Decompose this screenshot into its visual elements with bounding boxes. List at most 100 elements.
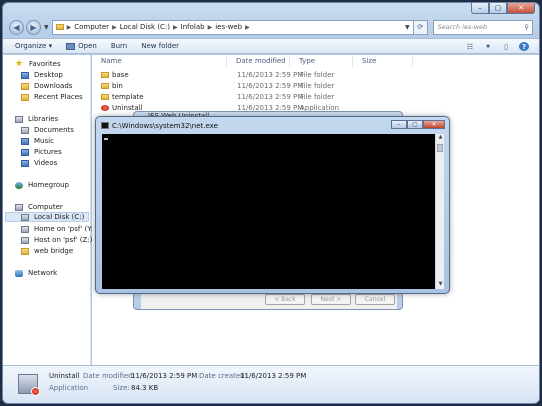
file-date: 11/6/2013 2:59 PM	[237, 82, 304, 90]
recent-places-icon	[21, 93, 29, 101]
nav-libraries[interactable]: Libraries	[15, 114, 58, 124]
console-output[interactable]	[102, 134, 435, 289]
libraries-icon	[15, 115, 23, 123]
nav-label: Recent Places	[34, 93, 83, 101]
nav-local-disk[interactable]: Local Disk (C:)	[5, 212, 89, 222]
view-controls: ☷ ▼ ▯ ?	[465, 42, 529, 51]
file-date: 11/6/2013 2:59 PM	[237, 93, 304, 101]
next-button[interactable]: Next >	[311, 294, 351, 305]
search-icon: ⚲	[524, 23, 529, 31]
details-created-value: 11/6/2013 2:59 PM	[240, 372, 307, 380]
nav-label: Home on 'psf' (Y:)	[34, 225, 96, 233]
open-label: Open	[78, 42, 97, 50]
downloads-icon	[21, 82, 29, 90]
details-file-kind: Application	[49, 384, 89, 392]
breadcrumb-separator-icon[interactable]: ▶	[67, 24, 72, 31]
network-drive-icon	[21, 236, 29, 244]
nav-label: Host on 'psf' (Z:)	[34, 236, 93, 244]
console-icon	[101, 122, 109, 129]
caption-buttons: – ▢ ✕	[471, 3, 535, 14]
command-bar: Organize ▾ Open Burn New folder ☷ ▼ ▯ ?	[3, 38, 539, 54]
nav-web-bridge[interactable]: web bridge	[21, 246, 73, 256]
nav-label: Videos	[34, 159, 58, 167]
address-dropdown-icon[interactable]: ▼	[405, 24, 410, 31]
nav-desktop[interactable]: Desktop	[21, 70, 63, 80]
refresh-button[interactable]: ⟳	[413, 19, 428, 35]
breadcrumb-separator-icon[interactable]: ▶	[245, 24, 250, 31]
videos-icon	[21, 159, 29, 167]
scroll-thumb[interactable]	[437, 144, 443, 152]
nav-homegroup[interactable]: Homegroup	[15, 180, 69, 190]
console-minimize-button[interactable]: –	[391, 120, 407, 129]
details-size-label: Size:	[113, 384, 130, 392]
breadcrumb-separator-icon[interactable]: ▶	[208, 24, 213, 31]
folder-icon	[101, 94, 109, 100]
nav-label: Desktop	[34, 71, 63, 79]
console-window[interactable]: C:\Windows\system32\net.exe – ▢ ✕ ▲ ▼	[95, 116, 450, 294]
nav-label: Libraries	[28, 115, 59, 123]
file-row-template[interactable]: template 11/6/2013 2:59 PM File folder	[92, 92, 532, 102]
breadcrumb-local-disk[interactable]: Local Disk (C:)	[120, 23, 170, 31]
file-row-bin[interactable]: bin 11/6/2013 2:59 PM File folder	[92, 81, 532, 91]
nav-downloads[interactable]: Downloads	[21, 81, 72, 91]
nav-music[interactable]: Music	[21, 136, 54, 146]
details-modified-value: 11/6/2013 2:59 PM	[131, 372, 198, 380]
breadcrumb-ies-web[interactable]: ies-web	[215, 23, 242, 31]
address-bar[interactable]: ▶ Computer ▶ Local Disk (C:) ▶ Infolab ▶…	[51, 19, 414, 35]
console-scrollbar[interactable]: ▲ ▼	[435, 134, 444, 289]
file-row-base[interactable]: base 11/6/2013 2:59 PM File folder	[92, 70, 532, 80]
console-close-button[interactable]: ✕	[423, 120, 445, 129]
column-header-type[interactable]: Type	[290, 55, 353, 67]
nav-label: Homegroup	[28, 181, 70, 189]
scroll-up-icon[interactable]: ▲	[436, 134, 445, 142]
nav-network[interactable]: Network	[15, 268, 57, 278]
nav-pictures[interactable]: Pictures	[21, 147, 62, 157]
back-button[interactable]: ◀	[9, 19, 24, 35]
drive-icon	[21, 213, 29, 221]
console-maximize-button[interactable]: ▢	[407, 120, 423, 129]
network-icon	[15, 269, 23, 277]
forward-button[interactable]: ▶	[26, 19, 41, 35]
nav-label: Downloads	[34, 82, 73, 90]
file-type: File folder	[300, 82, 335, 90]
scroll-down-icon[interactable]: ▼	[436, 281, 445, 289]
breadcrumb-infolab[interactable]: Infolab	[181, 23, 205, 31]
nav-computer[interactable]: Computer	[15, 202, 63, 212]
nav-host-psf[interactable]: Host on 'psf' (Z:)	[21, 235, 92, 245]
maximize-button[interactable]: ▢	[489, 3, 507, 14]
nav-favorites[interactable]: ★ Favorites	[15, 59, 61, 69]
view-options-icon[interactable]: ☷	[465, 42, 475, 51]
nav-videos[interactable]: Videos	[21, 158, 57, 168]
back-arrow-icon: ◀	[13, 22, 20, 32]
folder-icon	[21, 247, 29, 255]
nav-label: Pictures	[34, 148, 62, 156]
column-header-name[interactable]: Name	[92, 55, 227, 67]
new-folder-button[interactable]: New folder	[141, 42, 179, 50]
nav-recent-places[interactable]: Recent Places	[21, 92, 83, 102]
column-header-size[interactable]: Size	[353, 55, 413, 67]
view-dropdown-icon[interactable]: ▼	[483, 42, 493, 51]
organize-menu[interactable]: Organize ▾	[15, 42, 52, 50]
nav-documents[interactable]: Documents	[21, 125, 74, 135]
recent-pages-icon[interactable]: ▼	[44, 24, 49, 31]
cancel-button[interactable]: Cancel	[355, 294, 395, 305]
breadcrumb-separator-icon[interactable]: ▶	[112, 24, 117, 31]
breadcrumb-separator-icon[interactable]: ▶	[173, 24, 178, 31]
folder-icon	[101, 72, 109, 78]
preview-pane-icon[interactable]: ▯	[501, 42, 511, 51]
burn-button[interactable]: Burn	[111, 42, 127, 50]
breadcrumb-computer[interactable]: Computer	[74, 23, 109, 31]
column-header-date[interactable]: Date modified	[227, 55, 290, 67]
open-icon	[66, 42, 76, 50]
nav-label: Computer	[28, 203, 63, 211]
nav-home-psf[interactable]: Home on 'psf' (Y:)	[21, 224, 96, 234]
open-button[interactable]: Open	[66, 42, 97, 50]
search-input[interactable]: Search ies-web ⚲	[432, 19, 533, 35]
close-button[interactable]: ✕	[507, 3, 535, 14]
new-folder-label: New folder	[141, 42, 180, 50]
navigation-bar: ◀ ▶ ▼ ▶ Computer ▶ Local Disk (C:) ▶ Inf…	[9, 18, 533, 36]
homegroup-icon	[15, 181, 23, 189]
back-button[interactable]: < Back	[265, 294, 305, 305]
minimize-button[interactable]: –	[471, 3, 489, 14]
help-icon[interactable]: ?	[519, 42, 529, 51]
